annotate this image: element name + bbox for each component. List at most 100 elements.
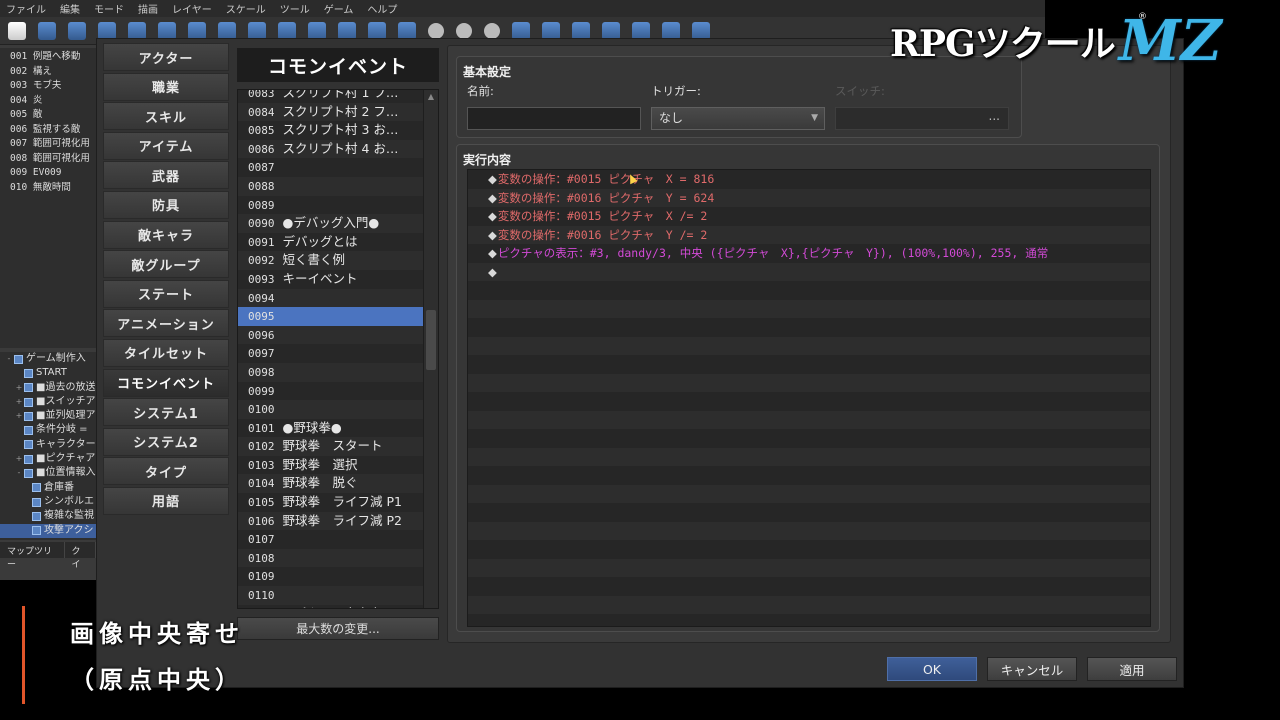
zoom-out-icon[interactable] (456, 22, 472, 39)
category-button[interactable]: コモンイベント (103, 368, 229, 397)
common-event-row[interactable]: 0093 キーイベント (238, 270, 424, 289)
rectangle-icon[interactable] (338, 21, 356, 40)
menu-item[interactable]: ゲーム (324, 1, 354, 16)
map-list-item[interactable]: 010 無敵時間 (0, 181, 96, 196)
common-event-row[interactable]: 0099 (238, 382, 424, 401)
expander-icon[interactable]: - (14, 466, 24, 480)
copy-icon[interactable] (128, 21, 146, 40)
change-maximum-button[interactable]: 最大数の変更... (237, 617, 439, 640)
category-button[interactable]: タイプ (103, 457, 229, 486)
layer-1-icon[interactable] (188, 21, 206, 40)
expander-icon[interactable]: + (14, 409, 24, 423)
common-event-row[interactable]: 0104 野球拳 脱ぐ (238, 474, 424, 494)
menu-item[interactable]: 描画 (138, 1, 158, 16)
expander-icon[interactable]: - (4, 352, 14, 366)
menu-item[interactable]: モード (94, 1, 124, 16)
pencil-icon[interactable] (308, 21, 326, 40)
tree-item[interactable]: + ■過去の放送 (0, 381, 96, 395)
ellipse-icon[interactable] (368, 21, 386, 40)
common-event-row[interactable]: 0107 (238, 530, 424, 549)
list-scrollbar[interactable]: ▲ (423, 90, 438, 608)
tree-item[interactable]: 複雑な監視 (0, 509, 96, 523)
common-event-row[interactable]: 0101 ●野球拳● (238, 419, 424, 438)
new-project-icon[interactable] (8, 21, 26, 40)
common-event-row[interactable]: 0091 デバッグとは (238, 233, 424, 252)
category-button[interactable]: 職業 (103, 72, 229, 101)
menu-item[interactable]: ファイル (6, 1, 46, 16)
trigger-select[interactable]: なし ▼ (651, 107, 825, 130)
tree-item[interactable]: - ■位置情報入 (0, 466, 96, 480)
apply-button[interactable]: 適用 (1087, 657, 1177, 681)
map-list-item[interactable]: 001 例題へ移動 (0, 50, 96, 65)
category-button[interactable]: 敵グループ (103, 250, 229, 279)
common-event-row[interactable]: 0111 ■ピクチャ中央表示 (238, 605, 424, 608)
category-button[interactable]: 防具 (103, 190, 229, 219)
tree-item[interactable]: START (0, 366, 96, 380)
open-project-icon[interactable] (38, 21, 56, 40)
command-row[interactable]: ◆変数の操作：#0015 ピクチャ X = 816 (468, 170, 1150, 189)
event-searcher-icon[interactable] (602, 21, 620, 40)
common-event-row[interactable]: 0100 (238, 400, 424, 419)
scroll-thumb[interactable] (426, 310, 436, 370)
common-event-row[interactable]: 0096 (238, 325, 424, 345)
category-button[interactable]: システム1 (103, 398, 229, 427)
common-event-row[interactable]: 0095 (238, 307, 424, 326)
name-field[interactable] (467, 107, 641, 130)
category-button[interactable]: タイルセット (103, 338, 229, 367)
ok-button[interactable]: OK (887, 657, 977, 681)
common-event-row[interactable]: 0108 (238, 548, 424, 568)
category-button[interactable]: アイテム (103, 131, 229, 160)
common-event-row[interactable]: 0088 (238, 176, 424, 196)
playtest-icon[interactable] (692, 21, 710, 40)
tree-item[interactable]: 攻撃アクシ (0, 523, 96, 538)
common-event-row[interactable]: 0098 (238, 362, 424, 382)
layer-3-icon[interactable] (248, 21, 266, 40)
command-row[interactable]: ◆変数の操作：#0016 ピクチャ Y /= 2 (468, 225, 1150, 244)
tree-item[interactable]: 条件分岐 = (0, 423, 96, 437)
common-event-row[interactable]: 0097 (238, 344, 424, 363)
map-list-item[interactable]: 009 EV009 (0, 166, 96, 181)
common-event-row[interactable]: 0090 ●デバッグ入門● (238, 214, 424, 233)
tree-item[interactable]: キャラクター (0, 438, 96, 452)
fill-icon[interactable] (398, 21, 416, 40)
common-event-row[interactable]: 0086 スクリプト村 4 お… (238, 139, 424, 159)
map-list-item[interactable]: 004 炎 (0, 94, 96, 109)
resource-manager-icon[interactable] (662, 21, 680, 40)
tree-item[interactable]: + ■ピクチャア (0, 452, 96, 466)
map-list-item[interactable]: 006 監視する敵 (0, 123, 96, 138)
common-event-row[interactable]: 0087 (238, 158, 424, 177)
command-row[interactable]: ◆ (468, 262, 1150, 281)
common-event-row[interactable]: 0083 スクリプト村 1 フ… (238, 90, 424, 103)
tree-item[interactable]: シンボルエ (0, 495, 96, 509)
common-event-row[interactable]: 0084 スクリプト村 2 フ… (238, 102, 424, 122)
sound-test-icon[interactable] (572, 21, 590, 40)
zoom-in-icon[interactable] (428, 22, 444, 39)
command-row[interactable]: ◆変数の操作：#0016 ピクチャ Y = 624 (468, 188, 1150, 207)
category-button[interactable]: アニメーション (103, 309, 229, 338)
common-event-row[interactable]: 0110 (238, 586, 424, 605)
common-event-row[interactable]: 0103 野球拳 選択 (238, 456, 424, 475)
layer-4-icon[interactable] (278, 21, 296, 40)
common-event-row[interactable]: 0106 野球拳 ライフ減 P2 (238, 511, 424, 531)
cancel-button[interactable]: キャンセル (987, 657, 1077, 681)
command-row[interactable]: ◆ピクチャの表示：#3, dandy/3, 中央 ({ピクチャ X},{ピクチャ… (468, 244, 1150, 263)
tree-item[interactable]: - ゲーム制作入 (0, 352, 96, 366)
common-event-row[interactable]: 0085 スクリプト村 3 お… (238, 121, 424, 140)
character-generator-icon[interactable] (632, 21, 650, 40)
category-button[interactable]: アクター (103, 43, 229, 71)
database-icon[interactable] (512, 21, 530, 40)
category-button[interactable]: 武器 (103, 161, 229, 190)
category-button[interactable]: システム2 (103, 427, 229, 456)
map-list-item[interactable]: 005 敵 (0, 108, 96, 123)
map-list-item[interactable]: 008 範囲可視化用 (0, 152, 96, 167)
common-event-row[interactable]: 0089 (238, 196, 424, 215)
menu-item[interactable]: スケール (226, 1, 266, 16)
expander-icon[interactable]: + (14, 452, 24, 466)
common-event-row[interactable]: 0109 (238, 567, 424, 586)
common-event-row[interactable]: 0105 野球拳 ライフ減 P1 (238, 493, 424, 512)
scroll-up-icon[interactable]: ▲ (424, 90, 438, 104)
tree-item[interactable]: + ■スイッチア (0, 395, 96, 409)
expander-icon[interactable]: + (14, 395, 24, 409)
common-event-row[interactable]: 0102 野球拳 スタート (238, 437, 424, 456)
save-project-icon[interactable] (68, 21, 86, 40)
